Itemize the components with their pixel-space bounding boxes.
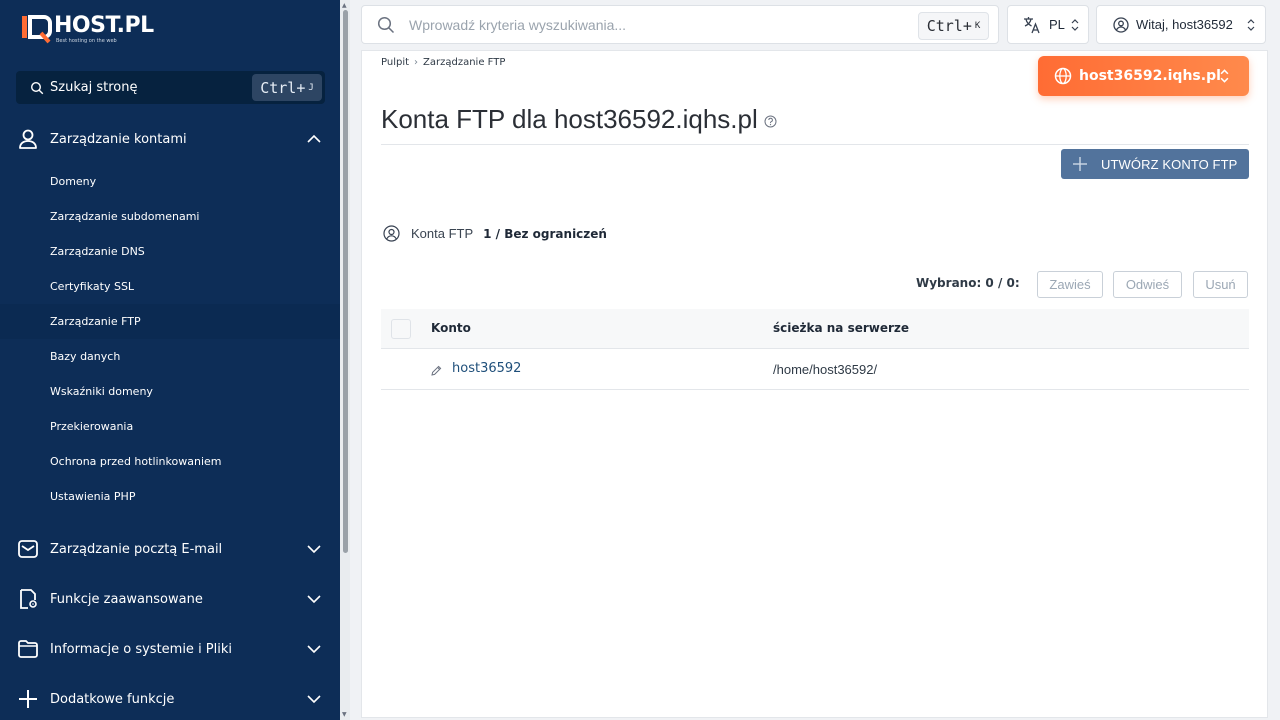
- sidebar-item-subdomeny[interactable]: Zarządzanie subdomenami: [0, 199, 340, 234]
- section-title: Informacje o systemie i Pliki: [50, 641, 233, 657]
- domain-selector[interactable]: host36592.iqhs.pl: [1038, 56, 1249, 96]
- updown-chevron-icon: [1247, 19, 1255, 31]
- breadcrumb: Pulpit › Zarządzanie FTP: [381, 57, 505, 68]
- section-advanced[interactable]: Funkcje zaawansowane: [0, 579, 340, 619]
- sidebar-item-label: Certyfikaty SSL: [50, 280, 135, 293]
- user-circle-icon: [383, 225, 400, 242]
- language-label: PL: [1049, 17, 1065, 32]
- sidebar-item-label: Zarządzanie DNS: [50, 245, 145, 258]
- sidebar-item-hotlink[interactable]: Ochrona przed hotlinkowaniem: [0, 444, 340, 479]
- delete-button[interactable]: Usuń: [1193, 271, 1248, 298]
- global-search-input[interactable]: [409, 16, 889, 33]
- sidebar-item-label: Zarządzanie FTP: [50, 315, 141, 328]
- document-gear-icon: [20, 589, 37, 609]
- sidebar-item-ftp[interactable]: Zarządzanie FTP: [0, 304, 340, 339]
- user-circle-icon: [1113, 16, 1129, 33]
- sidebar-item-przekierowania[interactable]: Przekierowania: [0, 409, 340, 444]
- user-icon: [19, 129, 37, 149]
- search-icon: [30, 81, 44, 94]
- sidebar-item-label: Domeny: [50, 175, 97, 188]
- sidebar-item-domeny[interactable]: Domeny: [0, 164, 340, 199]
- sidebar-item-label: Zarządzanie subdomenami: [50, 210, 200, 223]
- sidebar-item-bazy-danych[interactable]: Bazy danych: [0, 339, 340, 374]
- sidebar-item-label: Przekierowania: [50, 420, 134, 433]
- section-system-files[interactable]: Informacje o systemie i Pliki: [0, 629, 340, 669]
- sidebar-item-php[interactable]: Ustawienia PHP: [0, 479, 340, 514]
- sidebar-item-label: Ustawienia PHP: [50, 490, 136, 503]
- chevron-down-icon: [307, 545, 321, 554]
- chevron-down-icon: [307, 695, 321, 704]
- section-email[interactable]: Zarządzanie pocztą E-mail: [0, 529, 340, 569]
- section-title: Zarządzanie pocztą E-mail: [50, 541, 223, 557]
- section-title: Dodatkowe funkcje: [50, 691, 175, 707]
- breadcrumb-item-dashboard[interactable]: Pulpit: [381, 57, 409, 68]
- sidebar: HOST.PL Best hosting on the web Szukaj s…: [0, 0, 340, 720]
- title-divider: [381, 144, 1249, 145]
- plus-icon: [1073, 157, 1087, 171]
- chevron-down-icon: [307, 595, 321, 604]
- breadcrumb-item-current: Zarządzanie FTP: [423, 57, 506, 68]
- ftp-quota-label: Konta FTP: [411, 226, 474, 241]
- scrollbar-thumb[interactable]: [343, 10, 348, 553]
- help-icon[interactable]: [764, 115, 777, 128]
- sidebar-item-wskazniki[interactable]: Wskaźniki domeny: [0, 374, 340, 409]
- sidebar-item-label: Wskaźniki domeny: [50, 385, 153, 398]
- column-header-path[interactable]: ścieżka na serwerze: [773, 321, 909, 335]
- chevron-up-icon: [307, 134, 321, 143]
- page-title-text: Konta FTP dla host36592.iqhs.pl: [381, 104, 758, 134]
- select-all-checkbox[interactable]: [391, 319, 411, 339]
- sidebar-item-label: Ochrona przed hotlinkowaniem: [50, 455, 222, 468]
- section-extra[interactable]: Dodatkowe funkcje: [0, 679, 340, 719]
- sidebar-search-shortcut: Ctrl+ J: [252, 74, 322, 101]
- ftp-account-link[interactable]: host36592: [452, 361, 521, 376]
- scroll-up-arrow-icon[interactable]: ▲: [342, 2, 347, 9]
- ftp-quota: Konta FTP 1 / Bez ograniczeń: [383, 225, 607, 242]
- host-pl-logo[interactable]: HOST.PL Best hosting on the web: [22, 12, 154, 46]
- create-ftp-account-label: UTWÓRZ KONTO FTP: [1101, 156, 1238, 172]
- user-menu[interactable]: Witaj, host36592: [1096, 5, 1266, 44]
- section-title: Zarządzanie kontami: [50, 131, 187, 147]
- globe-icon: [1054, 67, 1072, 85]
- ftp-quota-value: 1 / Bez ograniczeń: [483, 226, 607, 241]
- user-greeting: Witaj, host36592: [1136, 17, 1233, 32]
- section-title: Funkcje zaawansowane: [50, 591, 203, 607]
- sidebar-item-label: Bazy danych: [50, 350, 121, 363]
- section-account-management[interactable]: Zarządzanie kontami: [0, 119, 340, 159]
- folder-icon: [18, 640, 38, 658]
- sidebar-search-label: Szukaj stronę: [50, 80, 138, 95]
- edit-pencil-icon[interactable]: [431, 365, 442, 376]
- sidebar-search[interactable]: Szukaj stronę Ctrl+ J: [16, 71, 325, 104]
- global-search-shortcut: Ctrl+ K: [918, 12, 989, 40]
- unsuspend-button[interactable]: Odwieś: [1113, 271, 1182, 298]
- search-icon: [377, 16, 395, 33]
- create-ftp-account-button[interactable]: UTWÓRZ KONTO FTP: [1061, 149, 1249, 179]
- breadcrumb-separator-icon: ›: [414, 57, 419, 68]
- sidebar-item-ssl[interactable]: Certyfikaty SSL: [0, 269, 340, 304]
- sidebar-scrollbar[interactable]: ▲ ▼: [340, 0, 350, 720]
- logo-tagline: Best hosting on the web: [56, 37, 117, 44]
- mail-icon: [18, 540, 38, 558]
- updown-chevron-icon: [1220, 69, 1229, 83]
- plus-icon: [19, 690, 37, 708]
- suspend-button[interactable]: Zawieś: [1037, 271, 1103, 298]
- column-header-account[interactable]: Konto: [431, 321, 471, 335]
- translate-icon: [1024, 16, 1040, 33]
- chevron-down-icon: [307, 645, 321, 654]
- global-search[interactable]: Ctrl+K: [361, 5, 999, 44]
- updown-chevron-icon: [1071, 19, 1079, 31]
- scroll-down-arrow-icon[interactable]: ▼: [342, 711, 347, 718]
- domain-selector-label: host36592.iqhs.pl: [1079, 68, 1221, 84]
- logo-name: HOST.PL: [54, 12, 154, 38]
- logo-mark-icon: [22, 15, 52, 44]
- selection-count: Wybrano: 0 / 0:: [916, 276, 1020, 290]
- language-selector[interactable]: PL: [1007, 5, 1089, 44]
- sidebar-item-dns[interactable]: Zarządzanie DNS: [0, 234, 340, 269]
- ftp-account-path: /home/host36592/: [773, 362, 878, 377]
- page-title: Konta FTP dla host36592.iqhs.pl: [381, 104, 777, 135]
